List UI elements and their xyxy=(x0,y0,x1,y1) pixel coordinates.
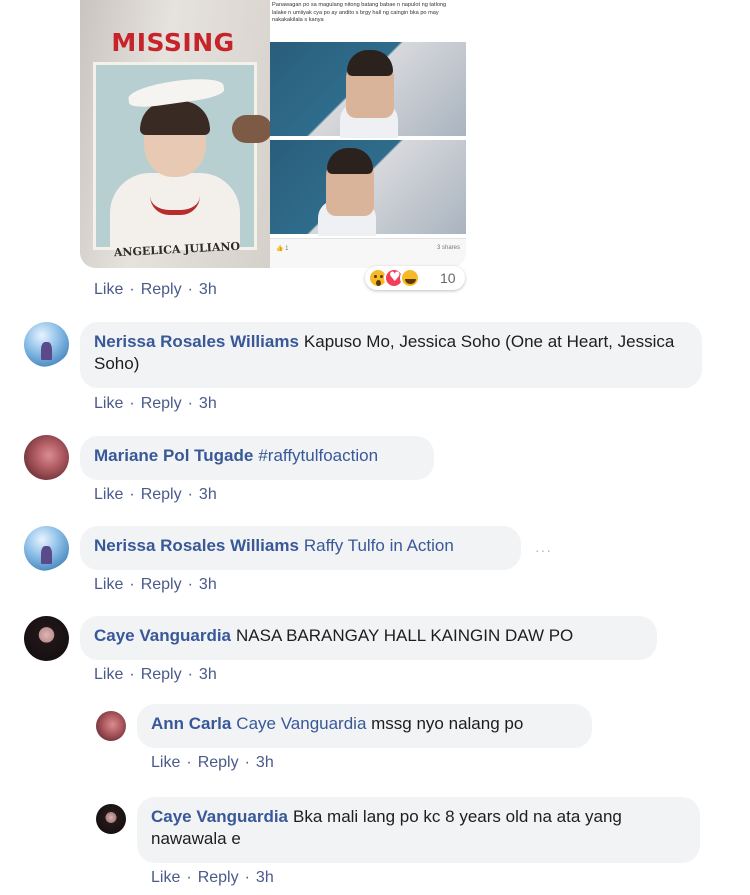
graduation-portrait xyxy=(93,62,257,250)
comment-author[interactable]: Mariane Pol Tugade xyxy=(94,446,253,465)
comment-actions: Like · Reply · 3h xyxy=(94,576,217,593)
reply-bubble: Caye Vanguardia Bka mali lang po kc 8 yea… xyxy=(137,797,700,863)
reactions-summary[interactable]: 10 xyxy=(365,266,465,290)
comment-timestamp[interactable]: 3h xyxy=(199,486,217,503)
poster-title: MISSING xyxy=(111,28,235,57)
hand-holding-poster xyxy=(232,115,272,143)
more-options-icon[interactable]: ··· xyxy=(535,542,552,558)
like-button[interactable]: Like xyxy=(94,395,123,412)
comment-actions: Like · Reply · 3h xyxy=(94,395,217,412)
comment-author[interactable]: Caye Vanguardia xyxy=(94,626,231,645)
comment-bubble: Mariane Pol Tugade #raffytulfoaction xyxy=(80,436,434,480)
reply-actions: Like · Reply · 3h xyxy=(151,869,274,886)
comment-bubble: Nerissa Rosales Williams Raffy Tulfo in A… xyxy=(80,526,521,570)
avatar[interactable] xyxy=(24,435,69,480)
avatar[interactable] xyxy=(96,804,126,834)
reply-actions: Like · Reply · 3h xyxy=(151,754,274,771)
comment-image-attachment[interactable]: MISSING ANGELICA JULIANO Panawagan po sa… xyxy=(80,0,466,268)
avatar[interactable] xyxy=(24,526,69,571)
reply-button[interactable]: Reply xyxy=(198,754,239,771)
post-shares: 3 shares xyxy=(436,245,460,251)
reply-timestamp[interactable]: 3h xyxy=(256,869,274,886)
reply-button[interactable]: Reply xyxy=(141,486,182,503)
reply-bubble: Ann Carla Caye Vanguardia mssg nyo nalang… xyxy=(137,704,592,748)
comment-bubble: Nerissa Rosales Williams Kapuso Mo, Jessi… xyxy=(80,322,702,388)
child-photo-2 xyxy=(270,140,466,236)
reply-author[interactable]: Ann Carla xyxy=(151,714,231,733)
reply-button[interactable]: Reply xyxy=(198,869,239,886)
post-likes: 👍 1 xyxy=(276,246,289,252)
reply-text: mssg nyo nalang po xyxy=(371,714,524,733)
comment-bubble: Caye Vanguardia NASA BARANGAY HALL KAINGI… xyxy=(80,616,657,660)
page-mention-link[interactable]: Raffy Tulfo in Action xyxy=(304,536,454,555)
comment-text: NASA BARANGAY HALL KAINGIN DAW PO xyxy=(236,626,574,645)
comment-timestamp[interactable]: 3h xyxy=(199,576,217,593)
like-button[interactable]: Like xyxy=(151,869,180,886)
like-button[interactable]: Like xyxy=(94,576,123,593)
reply-button[interactable]: Reply xyxy=(141,576,182,593)
comment-actions: Like · Reply · 3h xyxy=(94,281,217,298)
like-button[interactable]: Like xyxy=(94,281,123,298)
like-button[interactable]: Like xyxy=(94,666,123,683)
reply-button[interactable]: Reply xyxy=(141,281,182,298)
avatar[interactable] xyxy=(24,616,69,661)
post-caption: Panawagan po sa magulang nitong batang b… xyxy=(272,2,447,23)
shared-post-screenshot: Panawagan po sa magulang nitong batang b… xyxy=(270,0,466,268)
haha-icon xyxy=(400,268,420,288)
reply-author[interactable]: Caye Vanguardia xyxy=(151,807,288,826)
post-footer: 👍 1 3 shares xyxy=(270,238,466,268)
reply-button[interactable]: Reply xyxy=(141,666,182,683)
comment-timestamp[interactable]: 3h xyxy=(199,395,217,412)
reply-timestamp[interactable]: 3h xyxy=(256,754,274,771)
comment-actions: Like · Reply · 3h xyxy=(94,666,217,683)
comment-actions: Like · Reply · 3h xyxy=(94,486,217,503)
comment-timestamp[interactable]: 3h xyxy=(199,281,217,298)
comment-timestamp[interactable]: 3h xyxy=(199,666,217,683)
comment-author[interactable]: Nerissa Rosales Williams xyxy=(94,536,299,555)
mention-link[interactable]: Caye Vanguardia xyxy=(236,714,366,733)
avatar[interactable] xyxy=(96,711,126,741)
reactions-count: 10 xyxy=(440,270,456,286)
missing-poster-photo: MISSING ANGELICA JULIANO xyxy=(80,0,272,268)
comment-author[interactable]: Nerissa Rosales Williams xyxy=(94,332,299,351)
hashtag-link[interactable]: #raffytulfoaction xyxy=(258,446,378,465)
like-button[interactable]: Like xyxy=(151,754,180,771)
reply-button[interactable]: Reply xyxy=(141,395,182,412)
child-photo-1 xyxy=(270,42,466,138)
like-button[interactable]: Like xyxy=(94,486,123,503)
avatar[interactable] xyxy=(24,322,69,367)
